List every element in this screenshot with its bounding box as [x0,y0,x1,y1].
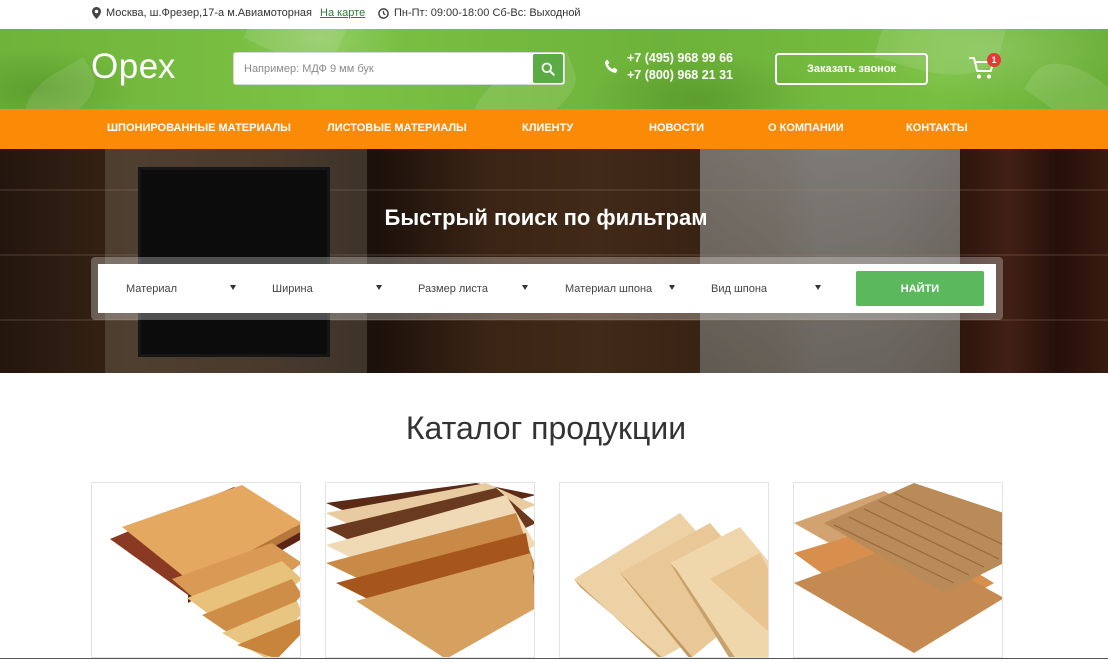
filter-width-select[interactable]: Ширина [272,264,388,313]
address-text: Москва, ш.Фрезер,17-а м.Авиамоторная [106,7,312,19]
chevron-down-icon [376,285,382,290]
filter-label: Ширина [272,282,313,295]
nav-item-contacts[interactable]: КОНТАКТЫ [906,122,968,134]
location-pin-icon [92,7,101,19]
product-card[interactable] [559,482,769,658]
filter-label: Материал шпона [565,282,653,295]
filter-material-select[interactable]: Материал [126,264,242,313]
search-icon [541,62,555,76]
nav-item-client[interactable]: КЛИЕНТУ [522,122,573,134]
product-image [794,483,1002,653]
chevron-down-icon [522,285,528,290]
filter-veneer-material-select[interactable]: Материал шпона [565,264,681,313]
search-button[interactable] [533,54,563,83]
hours-text: Пн-Пт: 09:00-18:00 Сб-Вс: Выходной [394,7,581,19]
filter-bar: Материал Ширина Размер листа Материал шп… [98,264,996,313]
filter-label: Размер листа [418,282,488,295]
nav-item-sheet-materials[interactable]: ЛИСТОВЫЕ МАТЕРИАЛЫ [327,122,467,134]
address-block: Москва, ш.Фрезер,17-а м.Авиамоторная На … [92,7,365,19]
chevron-down-icon [815,285,821,290]
filter-veneer-type-select[interactable]: Вид шпона [711,264,827,313]
clock-icon [378,7,389,19]
search-input[interactable] [234,53,532,84]
find-button[interactable]: НАЙТИ [856,271,984,306]
product-image [110,485,300,657]
hero-title: Быстрый поиск по фильтрам [384,205,708,230]
filter-sheet-size-select[interactable]: Размер листа [418,264,534,313]
main-nav: ШПОНИРОВАННЫЕ МАТЕРИАЛЫ ЛИСТОВЫЕ МАТЕРИА… [0,109,1108,149]
hours-block: Пн-Пт: 09:00-18:00 Сб-Вс: Выходной [378,7,581,19]
page: Москва, ш.Фрезер,17-а м.Авиамоторная На … [0,0,1108,662]
nav-item-news[interactable]: НОВОСТИ [649,122,704,134]
phone-icon [604,59,618,73]
page-divider [0,658,1108,662]
cart-button[interactable]: 1 [969,53,1001,83]
filter-panel: Материал Ширина Размер листа Материал шп… [91,257,1003,320]
cart-count-badge: 1 [987,53,1001,67]
catalog-title: Каталог продукции [405,410,687,446]
nav-item-veneered-materials[interactable]: ШПОНИРОВАННЫЕ МАТЕРИАЛЫ [107,122,291,134]
product-card[interactable] [793,482,1003,658]
hero-banner: Быстрый поиск по фильтрам Материал Ширин… [0,149,1108,373]
map-link[interactable]: На карте [320,7,365,19]
product-image [326,483,534,657]
filter-label: Материал [126,282,177,295]
search-box [233,52,565,85]
chevron-down-icon [230,285,236,290]
phone-number[interactable]: +7 (800) 968 21 31 [627,68,733,83]
product-card[interactable] [91,482,301,658]
phone-number[interactable]: +7 (495) 968 99 66 [627,51,733,66]
callback-button[interactable]: Заказать звонок [775,53,928,85]
product-image [574,513,768,657]
chevron-down-icon [669,285,675,290]
nav-item-about[interactable]: О КОМПАНИИ [768,122,844,134]
top-info-bar: Москва, ш.Фрезер,17-а м.Авиамоторная На … [0,0,1108,29]
site-header: Орех +7 (495) 968 99 66 +7 (800) 968 21 … [0,29,1108,109]
filter-label: Вид шпона [711,282,768,295]
phone-block: +7 (495) 968 99 66 +7 (800) 968 21 31 [603,51,733,83]
product-card[interactable] [325,482,535,658]
leaf-decoration [1023,47,1108,109]
site-logo[interactable]: Орех [91,49,176,84]
